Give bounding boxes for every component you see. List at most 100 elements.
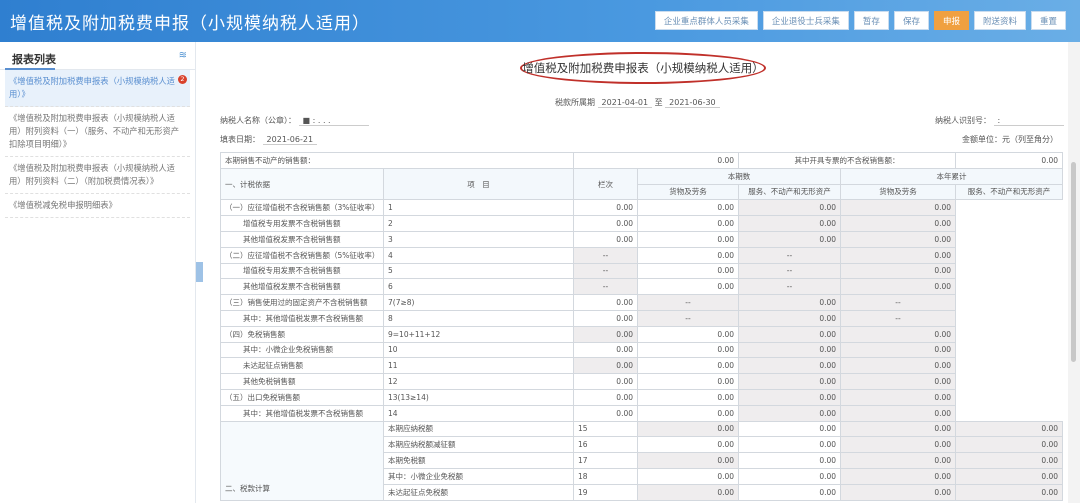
row-item-label: 其中：小微企业免税销售额 [220,341,384,359]
sidebar-item-main-form[interactable]: 《增值税及附加税费申报表（小规模纳税人适用）》 2 [5,70,190,107]
tax-period-label: 税款所属期 [555,98,595,107]
amount-cell[interactable]: 0.00 [573,215,638,232]
amount-cell[interactable]: 0.00 [636,357,740,375]
table-row: （三）销售使用过的固定资产不含税销售额 7(7≥8) 0.00 -- 0.00 -- [220,294,1063,311]
top-right-value[interactable]: 0.00 [955,152,1064,169]
toolbar-button[interactable]: 企业重点群体人员采集 [654,11,758,30]
row-item-label: 本期免税额 [383,452,574,469]
table-row: 其中：小微企业免税销售额 10 0.00 0.00 0.00 0.00 [220,341,1063,359]
amount-cell[interactable]: 0.00 [573,309,638,327]
amount-cell: 0.00 [738,309,842,327]
row-item-label: 其中：小微企业免税额 [383,467,574,485]
amount-cell[interactable]: 0.00 [636,278,740,296]
amount-cell[interactable]: 0.00 [573,294,638,311]
amount-cell: 0.00 [840,341,957,359]
row-number: 17 [573,452,638,469]
taxpayer-id-field[interactable]: : [993,116,1064,126]
amount-cell[interactable]: 0.00 [636,262,740,280]
amount-cell[interactable]: 0.00 [636,325,740,343]
amount-cell[interactable]: 0.00 [738,483,842,501]
layers-icon[interactable]: ≋ [179,50,187,61]
amount-cell[interactable]: 0.00 [738,420,842,438]
toolbar-button[interactable]: 附送资料 [973,11,1026,30]
toolbar-button[interactable]: 申报 [933,11,969,30]
row-number: 16 [573,436,638,454]
amount-cell: 0.00 [840,325,957,343]
toolbar-button[interactable]: 重置 [1030,11,1066,30]
sidebar-item-exemption-detail[interactable]: 《增值税减免税申报明细表》 [5,194,190,218]
row-number: 1 [383,199,574,217]
amount-cell: 0.00 [636,483,740,501]
row-number: 6 [383,278,574,296]
amount-cell[interactable]: 0.00 [636,388,740,406]
taxpayer-name-field[interactable]: ■ : . . . [298,116,369,126]
row-item-label: （四）免税销售额 [220,325,384,343]
amount-cell: -- [636,294,740,311]
sidebar-item-label: 《增值税减免税申报明细表》 [9,200,117,210]
table-row: （四）免税销售额 9=10+11+12 0.00 0.00 0.00 0.00 [220,325,1063,343]
amount-cell[interactable]: 0.00 [636,230,740,248]
taxpayer-id: 纳税人识别号： : [935,115,1064,126]
row-item-label: 其他增值税发票不含税销售额 [220,278,384,296]
toolbar-button[interactable]: 企业退役士兵采集 [762,11,849,30]
scrollbar-thumb[interactable] [1071,162,1076,362]
amount-cell: -- [738,278,842,296]
fill-date-field[interactable]: 2021-06-21 [262,135,318,145]
amount-cell: 0.00 [840,246,957,264]
sidebar-item-schedule-2[interactable]: 《增值税及附加税费申报表（小规模纳税人适用）附列资料（二）（附加税费情况表）》 [5,157,190,194]
amount-cell: 0.00 [840,373,957,390]
amount-cell[interactable]: 0.00 [573,388,638,406]
amount-cell: -- [840,294,957,311]
sidebar-collapse-handle[interactable] [196,262,203,282]
period-to-field[interactable]: 2021-06-30 [665,98,720,108]
table-header-row: 一、计税依据 项 目 栏次 本期数 本年累计 [220,167,1064,201]
amount-cell: -- [738,262,842,280]
amount-cell[interactable]: 0.00 [738,436,842,454]
amount-cell: 0.00 [840,262,957,280]
amount-cell[interactable]: 0.00 [636,341,740,359]
amount-cell: 0.00 [955,483,1064,501]
row-number: 7(7≥8) [383,294,574,311]
top-left-value[interactable]: 0.00 [572,152,740,169]
toolbar-button[interactable]: 保存 [893,11,929,30]
amount-cell: 0.00 [840,404,957,422]
amount-cell[interactable]: 0.00 [738,467,842,485]
row-item-label: 未达起征点销售额 [220,357,384,375]
amount-cell[interactable]: 0.00 [573,341,638,359]
amount-cell[interactable]: 0.00 [738,452,842,469]
amount-cell[interactable]: 0.00 [636,467,740,485]
amount-cell: 0.00 [840,452,957,469]
sidebar-title: 报表列表 [12,53,56,66]
amount-cell[interactable]: 0.00 [573,230,638,248]
amount-cell[interactable]: 0.00 [636,373,740,390]
row-item-label: 增值税专用发票不含税销售额 [220,262,384,280]
amount-cell[interactable]: 0.00 [573,404,638,422]
taxpayer-name: 纳税人名称（公章）： ■ : . . . [220,115,369,126]
row-item-label: 本期应纳税额 [383,420,574,438]
amount-cell[interactable]: 0.00 [636,246,740,264]
amount-cell[interactable]: 0.00 [636,436,740,454]
app-title: 增值税及附加税费申报（小规模纳税人适用） [10,14,370,34]
toolbar-button[interactable]: 暂存 [853,11,889,30]
tax-period: 税款所属期 2021-04-01 至 2021-06-30 [555,97,720,108]
amount-cell[interactable]: 0.00 [636,215,740,232]
row-number: 2 [383,215,574,232]
amount-cell[interactable]: 0.00 [573,199,638,217]
section-label: 一、计税依据 [220,167,384,201]
amount-cell[interactable]: 0.00 [573,373,638,390]
amount-cell[interactable]: 0.00 [636,404,740,422]
amount-cell: 0.00 [573,325,638,343]
amount-cell: 0.00 [738,325,842,343]
col-year-header: 本年累计 [840,167,1064,185]
period-from-field[interactable]: 2021-04-01 [597,98,653,108]
scrollbar[interactable] [1068,42,1080,503]
row-item-label: 其他免税销售额 [220,373,384,390]
row-item-label: 本期应纳税额减征额 [383,436,574,454]
sidebar-item-schedule-1[interactable]: 《增值税及附加税费申报表（小规模纳税人适用）附列资料（一）（服务、不动产和无形资… [5,107,190,157]
amount-cell[interactable]: 0.00 [636,199,740,217]
sidebar-item-label: 《增值税及附加税费申报表（小规模纳税人适用）附列资料（二）（附加税费情况表）》 [9,163,175,186]
amount-cell: 0.00 [738,357,842,375]
row-number: 15 [573,420,638,438]
table-row: （二）应征增值税不含税销售额（5%征收率） 4 -- 0.00 -- 0.00 [220,246,1063,264]
table-row: 二、税款计算 本期应纳税额 15 0.00 0.00 0.00 0.00 [220,420,1064,501]
